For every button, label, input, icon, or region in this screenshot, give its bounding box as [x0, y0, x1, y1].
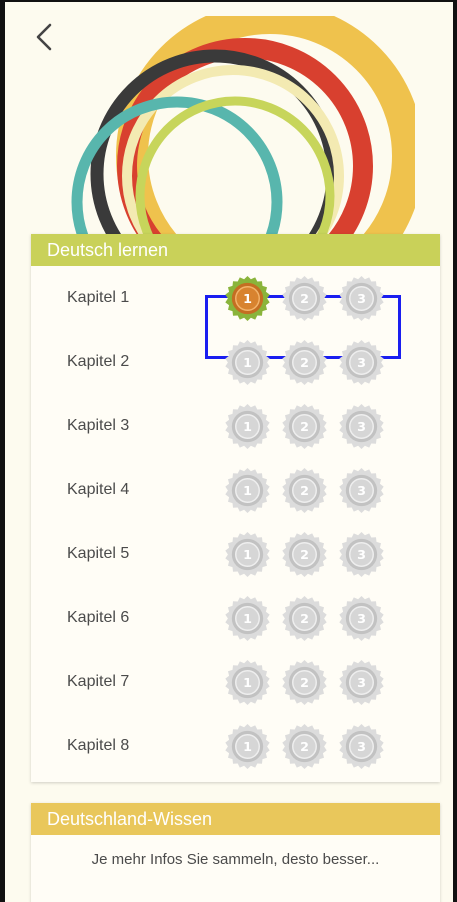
chapter-row: Kapitel 6 1 2 3: [31, 586, 440, 650]
medal-number: 2: [300, 546, 309, 561]
medal-locked-icon[interactable]: 2: [281, 275, 328, 322]
app-screen: Deutsch lernen Kapitel 1 1 2 3 Kapitel 2123K…: [0, 0, 457, 902]
chapter-label[interactable]: Kapitel 5: [67, 545, 129, 563]
medal-locked-icon[interactable]: 1: [224, 659, 271, 706]
medal-group: 1 2 3: [224, 595, 385, 642]
chapter-row: Kapitel 1 1 2 3: [31, 266, 440, 330]
chapter-label[interactable]: Kapitel 6: [67, 609, 129, 627]
medal-locked-icon[interactable]: 1: [224, 723, 271, 770]
header-rings-graphic: [71, 16, 415, 234]
medal-number: 1: [243, 610, 252, 625]
medal-number: 3: [357, 546, 366, 561]
section-title: Deutsch lernen: [47, 239, 169, 260]
section-description: Je mehr Infos Sie sammeln, desto besser.…: [91, 851, 380, 868]
medal-number: 2: [300, 482, 309, 497]
chapter-row: Kapitel 5 1 2 3: [31, 522, 440, 586]
medal-number: 3: [357, 674, 366, 689]
medal-locked-icon[interactable]: 2: [281, 531, 328, 578]
medal-number: 1: [243, 482, 252, 497]
medal-number: 1: [243, 290, 252, 305]
medal-locked-icon[interactable]: 1: [224, 403, 271, 450]
section-title: Deutschland-Wissen: [47, 808, 213, 829]
medal-locked-icon[interactable]: 3: [338, 467, 385, 514]
medal-number: 2: [300, 290, 309, 305]
medal-number: 3: [357, 290, 366, 305]
medal-number: 3: [357, 610, 366, 625]
medal-number: 1: [243, 738, 252, 753]
chapter-label[interactable]: Kapitel 2: [67, 353, 129, 371]
medal-locked-icon[interactable]: 1: [224, 531, 271, 578]
chapter-row: Kapitel 2 1 2 3: [31, 330, 440, 394]
medal-group: 1 2 3: [224, 275, 385, 322]
chevron-left-icon: [36, 23, 52, 51]
medal-group: 1 2 3: [224, 531, 385, 578]
chapter-row: Kapitel 8 1 2 3: [31, 714, 440, 778]
section-deutsch-lernen: Deutsch lernen Kapitel 1 1 2 3 Kapitel 2123K…: [31, 234, 440, 782]
section-deutschland-wissen[interactable]: Deutschland-Wissen Je mehr Infos Sie sam…: [31, 803, 440, 902]
back-button[interactable]: [27, 20, 61, 54]
chapter-label[interactable]: Kapitel 7: [67, 673, 129, 691]
chapter-label[interactable]: Kapitel 8: [67, 737, 129, 755]
medal-group: 1 2 3: [224, 659, 385, 706]
medal-locked-icon[interactable]: 3: [338, 531, 385, 578]
medal-locked-icon[interactable]: 3: [338, 723, 385, 770]
medal-earned-icon[interactable]: 1: [224, 275, 271, 322]
medal-number: 2: [300, 610, 309, 625]
medal-locked-icon[interactable]: 3: [338, 595, 385, 642]
medal-group: 1 2 3: [224, 339, 385, 386]
medal-group: 1 2 3: [224, 403, 385, 450]
chapter-row: Kapitel 4 1 2 3: [31, 458, 440, 522]
section-header[interactable]: Deutsch lernen: [31, 234, 440, 266]
medal-number: 1: [243, 354, 252, 369]
chapter-label[interactable]: Kapitel 4: [67, 481, 129, 499]
medal-number: 2: [300, 738, 309, 753]
medal-locked-icon[interactable]: 2: [281, 595, 328, 642]
medal-locked-icon[interactable]: 2: [281, 403, 328, 450]
chapter-row: Kapitel 7 1 2 3: [31, 650, 440, 714]
medal-locked-icon[interactable]: 2: [281, 339, 328, 386]
section-header[interactable]: Deutschland-Wissen: [31, 803, 440, 835]
chapter-label[interactable]: Kapitel 1: [67, 289, 129, 307]
medal-number: 3: [357, 354, 366, 369]
medal-locked-icon[interactable]: 3: [338, 339, 385, 386]
medal-number: 1: [243, 546, 252, 561]
medal-locked-icon[interactable]: 3: [338, 403, 385, 450]
medal-number: 2: [300, 418, 309, 433]
medal-number: 3: [357, 738, 366, 753]
medal-number: 2: [300, 674, 309, 689]
medal-locked-icon[interactable]: 3: [338, 275, 385, 322]
medal-number: 1: [243, 418, 252, 433]
medal-locked-icon[interactable]: 1: [224, 339, 271, 386]
medal-locked-icon[interactable]: 1: [224, 467, 271, 514]
medal-number: 3: [357, 482, 366, 497]
chapter-list: Kapitel 1 1 2 3 Kapitel 2 1 2 3 Kapitel 3 1 2 3 Kapi…: [31, 266, 440, 778]
medal-number: 1: [243, 674, 252, 689]
medal-locked-icon[interactable]: 3: [338, 659, 385, 706]
medal-locked-icon[interactable]: 2: [281, 659, 328, 706]
medal-number: 2: [300, 354, 309, 369]
medal-number: 3: [357, 418, 366, 433]
medal-group: 1 2 3: [224, 723, 385, 770]
medal-locked-icon[interactable]: 2: [281, 467, 328, 514]
medal-group: 1 2 3: [224, 467, 385, 514]
chapter-label[interactable]: Kapitel 3: [67, 417, 129, 435]
medal-locked-icon[interactable]: 1: [224, 595, 271, 642]
chapter-row: Kapitel 3 1 2 3: [31, 394, 440, 458]
medal-locked-icon[interactable]: 2: [281, 723, 328, 770]
